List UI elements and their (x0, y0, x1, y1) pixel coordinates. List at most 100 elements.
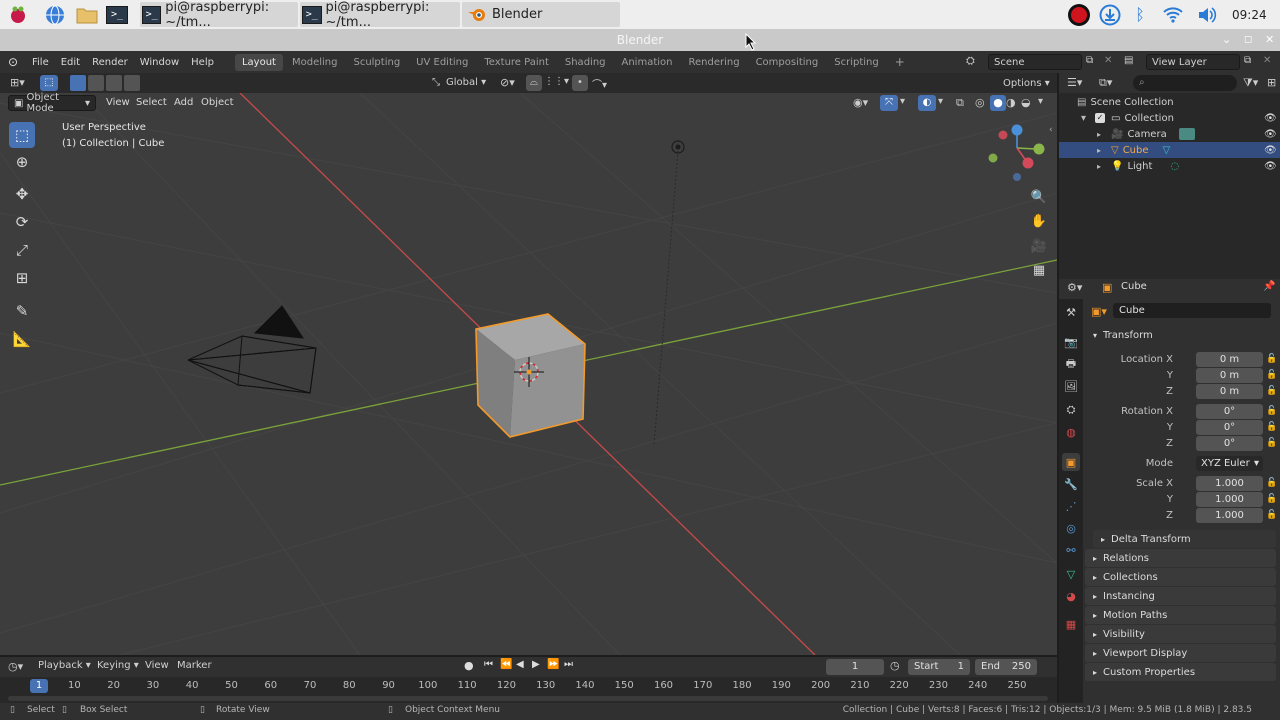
lock-icon[interactable]: 🔓 (1266, 354, 1277, 364)
select-mode-buttons[interactable] (70, 75, 148, 91)
update-icon[interactable] (1098, 2, 1122, 27)
pivot-point-icon[interactable]: ⊘▾ (500, 76, 515, 89)
visibility-eye-icon[interactable]: 👁 (1264, 113, 1277, 124)
editor-type-icon[interactable]: ⊞▾ (10, 76, 25, 89)
view-layer-icon[interactable]: ▤ (1124, 55, 1133, 66)
world-tab-icon[interactable]: ◍ (1062, 423, 1080, 441)
add-workspace-icon[interactable]: + (888, 52, 912, 72)
output-tab-icon[interactable]: 🖶 (1062, 355, 1080, 373)
rotate-tool-icon[interactable]: ⟳ (9, 209, 35, 235)
snap-target-icon[interactable]: ⋮⋮▾ (544, 76, 569, 87)
cursor-tool-icon[interactable]: ⊕ (9, 149, 35, 175)
delta-transform-panel[interactable]: ▸ Delta Transform (1093, 530, 1276, 548)
current-frame-field[interactable]: 1 (826, 659, 884, 675)
wifi-icon[interactable] (1160, 2, 1186, 27)
tab-compositing[interactable]: Compositing (749, 54, 826, 71)
new-view-layer-icon[interactable]: ⧉ (1244, 55, 1251, 66)
transform-panel-header[interactable]: ▾ Transform (1085, 326, 1276, 344)
viewport-menu-select[interactable]: Select (130, 97, 173, 108)
tab-layout[interactable]: Layout (234, 53, 283, 71)
camera-view-icon[interactable]: 🎥 (1028, 235, 1050, 257)
gizmo-options-icon[interactable]: ▾ (900, 96, 905, 107)
ortho-grid-icon[interactable]: ▦ (1028, 259, 1050, 281)
snap-icon[interactable]: ⌓ (526, 75, 542, 91)
viewport-menu-object[interactable]: Object (195, 97, 240, 108)
lock-icon[interactable]: 🔓 (1266, 510, 1277, 520)
timeline-ruler[interactable]: 1 10 20 30 40 50 60 70 80 90 100 110 120 130 140 150 16… (0, 677, 1057, 703)
outliner-row-light[interactable]: ▸ 💡 Light ◌ 👁 (1059, 158, 1280, 174)
constraints-tab-icon[interactable]: ⚯ (1062, 541, 1080, 559)
record-icon[interactable]: ● (464, 659, 474, 672)
location-z-field[interactable]: 0 m (1196, 383, 1263, 399)
timeline-scrollbar[interactable] (8, 696, 1048, 701)
relations-panel[interactable]: ▸ Relations (1085, 549, 1276, 567)
select-box-tool-icon[interactable]: ⬚ (9, 122, 35, 148)
visibility-eye-icon[interactable]: 👁 (1264, 161, 1277, 172)
data-tab-icon[interactable]: ▽ (1062, 565, 1080, 583)
volume-icon[interactable] (1194, 2, 1220, 27)
options-dropdown[interactable]: Options ▾ (998, 75, 1052, 91)
new-scene-icon[interactable]: ⧉ (1086, 55, 1093, 66)
taskbar-blender[interactable]: Blender (462, 2, 620, 27)
transform-tool-icon[interactable]: ⊞ (9, 265, 35, 291)
timeline-editor-type-icon[interactable]: ◷▾ (8, 660, 23, 673)
proportional-edit-icon[interactable]: • (572, 75, 588, 91)
window-titlebar[interactable]: Blender ⌄ ◻ ✕ (0, 29, 1280, 51)
lock-icon[interactable]: 🔓 (1266, 370, 1277, 380)
lock-icon[interactable]: 🔓 (1266, 438, 1277, 448)
outliner-row-camera[interactable]: ▸ 🎥 Camera 👁 (1059, 126, 1280, 142)
move-tool-icon[interactable]: ✥ (9, 181, 35, 207)
scale-y-field[interactable]: 1.000 (1196, 491, 1263, 507)
scene-field[interactable]: Scene (988, 54, 1082, 70)
current-frame-marker[interactable]: 1 (30, 679, 48, 693)
object-name-field[interactable]: Cube (1113, 303, 1271, 318)
next-keyframe-icon[interactable]: ⏩ (547, 659, 559, 670)
scene-selector-icon[interactable]: ⛭ (966, 54, 986, 68)
collection-checkbox[interactable]: ✓ (1095, 113, 1105, 123)
orientation-dropdown[interactable]: Global ▾ (446, 75, 486, 91)
delete-scene-icon[interactable]: ✕ (1104, 55, 1112, 66)
lock-icon[interactable]: 🔓 (1266, 478, 1277, 488)
zoom-icon[interactable]: 🔍 (1028, 186, 1050, 208)
scale-x-field[interactable]: 1.000 (1196, 475, 1263, 491)
location-y-field[interactable]: 0 m (1196, 367, 1263, 383)
location-x-field[interactable]: 0 m (1196, 351, 1263, 367)
custom-properties-panel[interactable]: ▸ Custom Properties (1085, 663, 1276, 681)
browser-icon[interactable] (42, 2, 68, 27)
expand-arrow-icon[interactable]: ▸ (1097, 162, 1111, 171)
object-mode-dropdown[interactable]: ▣ Object Mode ▾ (8, 92, 96, 114)
blender-menu-icon[interactable]: ⊙ (0, 55, 26, 69)
solid-shading-icon[interactable]: ● (990, 95, 1006, 111)
3d-viewport[interactable]: User Perspective (1) Collection | Cube ⬚… (0, 93, 1057, 655)
outliner-row-cube[interactable]: ▸ ▽ Cube ▽ 👁 (1059, 142, 1280, 158)
keying-menu[interactable]: Keying ▾ (97, 660, 139, 671)
tab-uv-editing[interactable]: UV Editing (409, 54, 475, 71)
pan-hand-icon[interactable]: ✋ (1028, 210, 1050, 232)
wireframe-shading-icon[interactable]: ◎ (975, 96, 985, 109)
render-tab-icon[interactable]: 📷 (1062, 333, 1080, 351)
file-manager-icon[interactable] (74, 2, 100, 27)
minimize-icon[interactable]: ⌄ (1222, 29, 1231, 51)
tab-animation[interactable]: Animation (615, 54, 680, 71)
close-icon[interactable]: ✕ (1265, 29, 1274, 51)
playback-menu[interactable]: Playback ▾ (38, 660, 91, 671)
play-icon[interactable]: ▶ (532, 659, 540, 670)
tab-sculpting[interactable]: Sculpting (346, 54, 407, 71)
lock-icon[interactable]: 🔓 (1266, 406, 1277, 416)
visibility-filter-icon[interactable]: ◉▾ (853, 96, 868, 109)
scale-tool-icon[interactable]: ⤢ (9, 237, 35, 263)
clock[interactable]: 09:24 (1232, 2, 1274, 27)
outliner-editor-type-icon[interactable]: ☰▾ (1067, 76, 1082, 89)
cube-object[interactable] (475, 313, 586, 438)
tab-modeling[interactable]: Modeling (285, 54, 345, 71)
lock-icon[interactable]: 🔓 (1266, 494, 1277, 504)
start-frame-field[interactable]: Start 1 (908, 659, 970, 675)
modifier-tab-icon[interactable]: 🔧 (1062, 475, 1080, 493)
menu-file[interactable]: File (26, 57, 55, 68)
rendered-shading-icon[interactable]: ◒ (1021, 96, 1031, 109)
outliner-row-collection[interactable]: ▾ ✓ ▭ Collection 👁 (1059, 110, 1280, 126)
end-frame-field[interactable]: End 250 (975, 659, 1037, 675)
rotation-x-field[interactable]: 0° (1196, 403, 1263, 419)
view-layer-tab-icon[interactable]: 🖼 (1062, 377, 1080, 395)
scene-tab-icon[interactable]: ⛭ (1062, 401, 1080, 419)
